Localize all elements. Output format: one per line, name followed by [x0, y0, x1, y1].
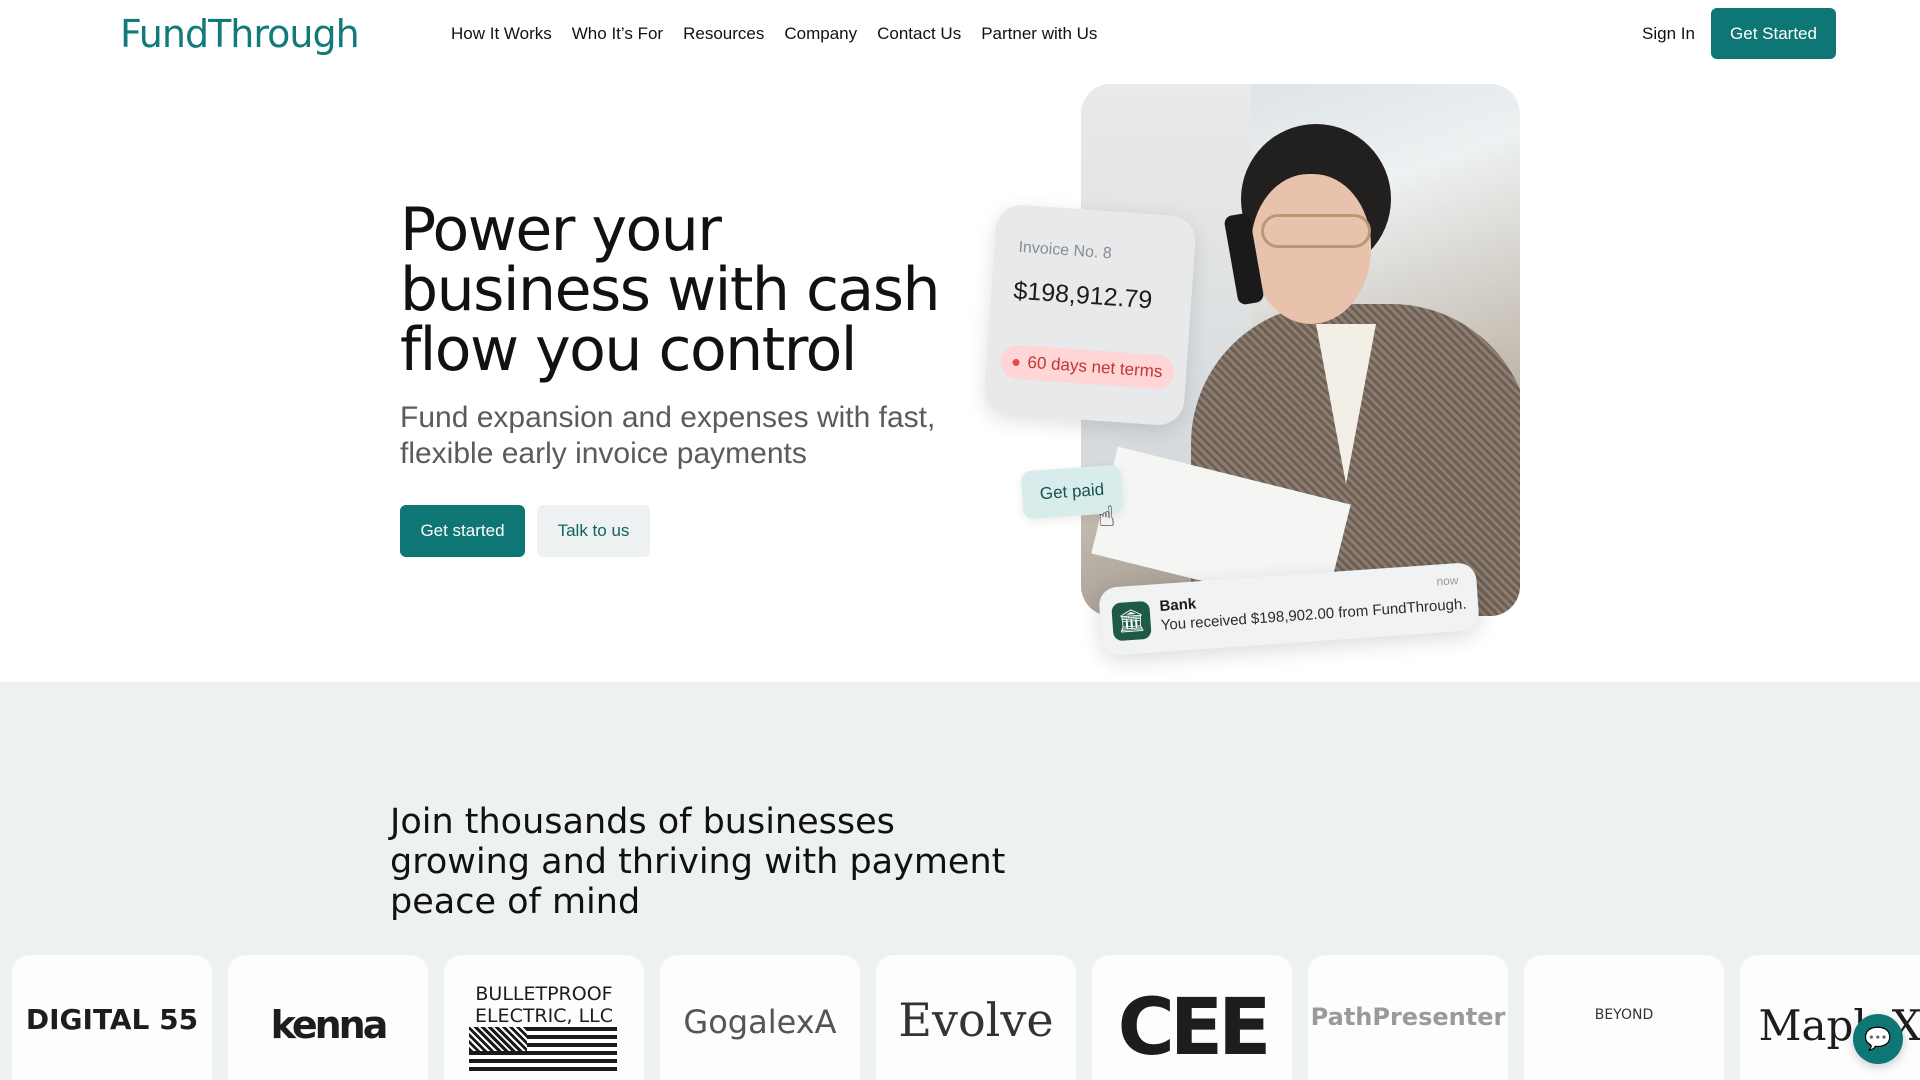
- bank-title: Bank: [1158, 595, 1197, 616]
- hero-title: Power your business with cash flow you c…: [400, 195, 941, 385]
- hand-cursor-icon: ☝: [1096, 500, 1117, 533]
- bank-message: You received $198,902.00 from FundThroug…: [1160, 595, 1468, 634]
- get-started-nav-button[interactable]: Get Started: [1711, 8, 1836, 59]
- invoice-label: Invoice No. 8: [1017, 238, 1113, 263]
- flag-icon: [469, 1027, 617, 1071]
- photo-glasses: [1261, 214, 1371, 248]
- nav-contact-us[interactable]: Contact Us: [877, 24, 961, 44]
- logo-card-cee: CEE: [1092, 955, 1292, 1080]
- logo-card-evolve: Evolve: [876, 955, 1076, 1080]
- photo-face: [1251, 174, 1371, 324]
- pathpresenter-logo: PathPresenter: [1310, 1003, 1506, 1031]
- kenna-logo: kenna: [270, 1003, 389, 1047]
- evolve-logo: Evolve: [898, 993, 1054, 1047]
- chat-icon[interactable]: 💬: [1853, 1014, 1903, 1064]
- logo-card-bulletproof: BULLETPROOF ELECTRIC, LLC: [444, 955, 644, 1080]
- status-dot-icon: [1012, 358, 1020, 367]
- nav-how-it-works[interactable]: How It Works: [451, 24, 552, 44]
- customers-title: Join thousands of businesses growing and…: [390, 802, 1006, 922]
- sign-in-link[interactable]: Sign In: [1642, 24, 1695, 44]
- gogalex-logo: GogalexA: [683, 1003, 837, 1041]
- customer-logo-row: DIGITAL 55 kenna BULLETPROOF ELECTRIC, L…: [12, 955, 1920, 1080]
- fundthrough-logo[interactable]: FundThrough: [120, 12, 360, 56]
- nav-company[interactable]: Company: [784, 24, 857, 44]
- digital55-logo: DIGITAL 55: [25, 1003, 199, 1036]
- nav-partner-with-us[interactable]: Partner with Us: [981, 24, 1097, 44]
- bank-time: now: [1435, 573, 1459, 589]
- bulletproof-logo: BULLETPROOF ELECTRIC, LLC: [474, 983, 614, 1027]
- customers-section: Join thousands of businesses growing and…: [0, 682, 1920, 1080]
- logo-card-kenna: kenna: [228, 955, 428, 1080]
- logo-card-maplex: MapleX: [1740, 955, 1920, 1080]
- bank-icon: 🏛: [1111, 600, 1152, 642]
- talk-to-us-button[interactable]: Talk to us: [537, 505, 650, 557]
- nav-who-its-for[interactable]: Who It’s For: [572, 24, 663, 44]
- logo-card-gogalex: GogalexA: [660, 955, 860, 1080]
- invoice-amount: $198,912.79: [1012, 276, 1154, 315]
- nav-resources[interactable]: Resources: [683, 24, 764, 44]
- terms-badge: 60 days net terms: [999, 343, 1176, 390]
- main-menu: How It Works Who It’s For Resources Comp…: [451, 24, 1117, 44]
- cee-logo: CEE: [1117, 983, 1272, 1073]
- logo-card-beyond: BEYOND: [1524, 955, 1724, 1080]
- get-started-button[interactable]: Get started: [400, 505, 525, 557]
- invoice-card: Invoice No. 8 $198,912.79 60 days net te…: [982, 203, 1198, 427]
- terms-text: 60 days net terms: [1026, 352, 1164, 382]
- hero-subtitle: Fund expansion and expenses with fast, f…: [400, 401, 936, 470]
- beyond-logo: BEYOND: [1594, 1007, 1654, 1023]
- top-navigation: FundThrough How It Works Who It’s For Re…: [0, 0, 1920, 68]
- logo-card-pathpresenter: PathPresenter: [1308, 955, 1508, 1080]
- logo-card-digital55: DIGITAL 55: [12, 955, 212, 1080]
